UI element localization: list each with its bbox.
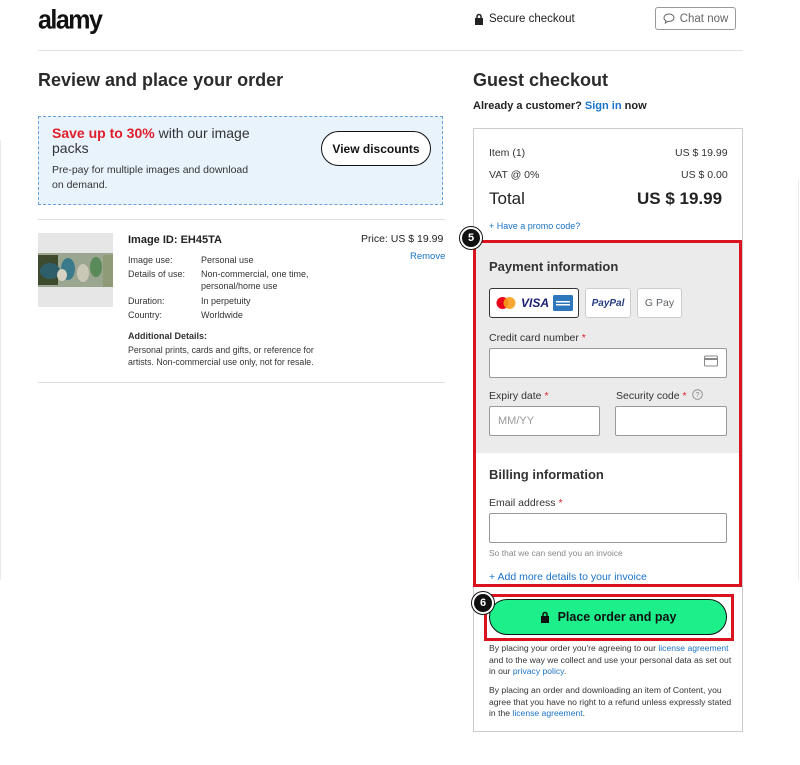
- item-divider-top: [38, 219, 445, 220]
- summary-total-value: US $ 19.99: [637, 189, 723, 208]
- secure-checkout: Secure checkout: [474, 13, 575, 25]
- image-thumbnail[interactable]: [38, 233, 113, 307]
- summary-vat-label: VAT @ 0%: [489, 169, 540, 181]
- step-6-badge: 6: [472, 592, 494, 614]
- place-order-highlight: [484, 594, 734, 641]
- already-customer-line: Already a customer? Sign in now: [473, 100, 647, 112]
- guest-checkout-title: Guest checkout: [473, 70, 609, 90]
- legal-text-1: By placing your order you're agreeing to…: [489, 643, 734, 678]
- peacock-image: [38, 233, 113, 307]
- summary-vat-value: US $ 0.00: [681, 169, 728, 181]
- step-5-badge: 5: [460, 227, 482, 249]
- privacy-policy-link[interactable]: privacy policy: [513, 666, 564, 676]
- sign-in-link[interactable]: Sign in: [585, 100, 622, 112]
- promo-subtext: Pre-pay for multiple images and download…: [52, 164, 249, 191]
- remove-link[interactable]: Remove: [410, 251, 445, 262]
- chat-bubble-icon: [663, 13, 675, 24]
- item-divider-bottom: [38, 382, 445, 383]
- detail-key-image-use: Image use:: [128, 255, 173, 265]
- legal2-part-b: .: [582, 708, 586, 718]
- alamy-logo[interactable]: alamy: [38, 5, 103, 36]
- detail-value-duration: In perpetuity: [201, 296, 251, 306]
- additional-details-heading: Additional Details:: [128, 331, 208, 341]
- view-discounts-button[interactable]: View discounts: [321, 131, 431, 166]
- detail-value-image-use: Personal use: [201, 255, 254, 265]
- page-title: Review and place your order: [38, 70, 284, 90]
- summary-item-value: US $ 19.99: [675, 147, 728, 159]
- legal1-part-a: By placing your order you're agreeing to…: [489, 643, 659, 653]
- promo-highlight: Save up to 30%: [52, 125, 155, 141]
- now-text: now: [624, 100, 647, 112]
- summary-total-label: Total: [489, 189, 525, 208]
- image-id: Image ID: EH45TA: [128, 234, 222, 246]
- image-pack-promo: Save up to 30% with our image packs Pre-…: [38, 116, 443, 205]
- lock-icon: [475, 13, 483, 25]
- detail-value-country: Worldwide: [201, 310, 243, 320]
- promo-code-link[interactable]: + Have a promo code?: [489, 221, 580, 231]
- payment-billing-highlight: [473, 240, 742, 587]
- legal1-part-c: .: [563, 666, 567, 676]
- secure-checkout-label: Secure checkout: [489, 13, 575, 25]
- header-divider: [38, 50, 743, 51]
- license-agreement-link-2[interactable]: license agreement: [512, 708, 582, 718]
- chat-now-button[interactable]: Chat now: [655, 7, 736, 30]
- detail-value-details-of-use: Non-commercial, one time, personal/home …: [201, 269, 309, 291]
- legal-text-2: By placing an order and downloading an i…: [489, 685, 734, 720]
- item-price: Price: US $ 19.99: [361, 233, 444, 245]
- license-agreement-link[interactable]: license agreement: [658, 643, 728, 653]
- additional-details-text: Personal prints, cards and gifts, or ref…: [128, 345, 314, 367]
- detail-key-details-of-use: Details of use:: [128, 269, 186, 279]
- promo-title: Save up to 30% with our image packs: [52, 126, 262, 156]
- detail-key-duration: Duration:: [128, 296, 165, 306]
- page-edge-right: [798, 180, 799, 580]
- summary-item-label: Item (1): [489, 147, 526, 159]
- page-edge-left: [0, 140, 1, 580]
- chat-now-label: Chat now: [679, 12, 729, 25]
- detail-key-country: Country:: [128, 310, 163, 320]
- already-customer-text: Already a customer?: [473, 100, 582, 112]
